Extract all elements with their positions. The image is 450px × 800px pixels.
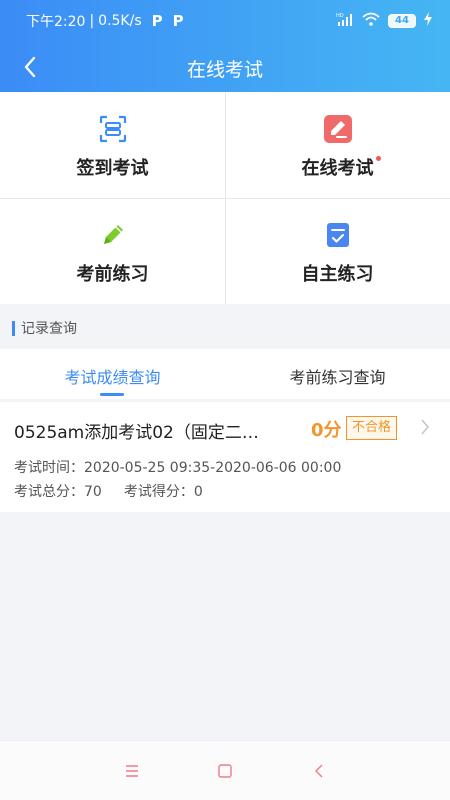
record-tabs: 考试成绩查询 考前练习查询 xyxy=(0,349,450,399)
status-right: HD 44 xyxy=(336,12,432,29)
status-divider: | xyxy=(89,13,95,29)
tab-practice-query[interactable]: 考前练习查询 xyxy=(225,364,450,388)
signal-icon: HD xyxy=(336,12,354,29)
back-arrow-icon xyxy=(315,764,323,778)
grid-item-label: 考前练习 xyxy=(76,264,149,285)
home-icon xyxy=(218,764,232,778)
grid-item-label: 在线考试 xyxy=(301,154,381,180)
section-accent-bar xyxy=(12,320,15,336)
grid-item-label-text: 在线考试 xyxy=(301,158,374,179)
p-app-icon: P xyxy=(151,12,163,30)
p-app-icon: P xyxy=(172,12,184,30)
exam-record-item[interactable]: 0525am添加考试02（固定二… 0分 不合格 考试时间：2020-05-25… xyxy=(0,402,450,512)
back-nav-button[interactable] xyxy=(309,761,329,781)
got-score-value: 0 xyxy=(193,484,203,500)
status-bar: 下午2:20 | 0.5K/s P P HD 44 xyxy=(0,0,450,42)
status-badge: 不合格 xyxy=(346,416,398,440)
exam-record-title: 0525am添加考试02（固定二… xyxy=(14,423,259,443)
grid-item-online-exam[interactable]: 在线考试 xyxy=(225,92,450,198)
app-header: 下午2:20 | 0.5K/s P P HD 44 在线考试 xyxy=(0,0,450,92)
status-speed: 0.5K/s xyxy=(98,13,142,29)
grid-item-label: 签到考试 xyxy=(76,158,149,179)
exam-time-row: 考试时间：2020-05-25 09:35-2020-06-06 00:00 xyxy=(14,457,341,477)
exam-score-row: 考试总分：70 考试得分：0 xyxy=(14,481,203,501)
grid-item-self-practice[interactable]: 自主练习 xyxy=(225,198,450,304)
notification-dot xyxy=(375,156,381,161)
grid-item-pre-exam-practice[interactable]: 考前练习 xyxy=(0,198,225,304)
exam-time-label: 考试时间： xyxy=(14,460,84,476)
charging-icon xyxy=(424,12,432,29)
checklist-icon xyxy=(323,220,353,250)
exam-time-value: 2020-05-25 09:35-2020-06-06 00:00 xyxy=(84,460,342,476)
grid-item-label: 自主练习 xyxy=(301,264,374,285)
home-button[interactable] xyxy=(215,761,235,781)
system-nav-bar xyxy=(0,740,450,800)
feature-grid: 签到考试 在线考试 考前练习 自主练习 xyxy=(0,92,450,304)
menu-button[interactable] xyxy=(122,761,142,781)
status-time: 下午2:20 xyxy=(26,14,86,30)
scan-icon xyxy=(98,114,128,144)
tab-exam-score-query[interactable]: 考试成绩查询 xyxy=(0,364,225,388)
nav-bar: 在线考试 xyxy=(0,42,450,92)
section-title-text: 记录查询 xyxy=(21,321,77,337)
grid-divider-horizontal xyxy=(0,198,450,199)
total-score-value: 70 xyxy=(84,484,102,500)
pencil-icon xyxy=(98,220,128,250)
section-title: 记录查询 xyxy=(12,318,77,338)
got-score-label: 考试得分： xyxy=(123,484,194,500)
wifi-icon xyxy=(362,12,380,29)
hd-label: HD xyxy=(336,13,344,19)
exam-score: 0分 xyxy=(311,420,342,441)
battery-icon: 44 xyxy=(388,13,416,28)
chevron-right-icon xyxy=(420,418,430,440)
menu-icon xyxy=(126,765,138,777)
page-title: 在线考试 xyxy=(186,59,263,81)
status-left: 下午2:20 | 0.5K/s P P xyxy=(26,11,184,31)
grid-item-signin-exam[interactable]: 签到考试 xyxy=(0,92,225,198)
total-score-label: 考试总分： xyxy=(14,484,84,500)
active-tab-indicator xyxy=(100,393,124,396)
edit-icon xyxy=(323,114,353,144)
